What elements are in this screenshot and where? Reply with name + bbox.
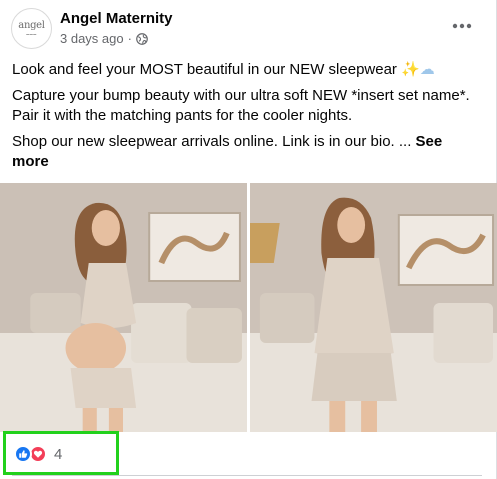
globe-icon[interactable] [136,32,148,45]
reactions-summary[interactable]: 4 [14,444,62,464]
post-meta: 3 days ago · [60,31,148,46]
post-paragraph-1: Look and feel your MOST beautiful in our… [12,60,482,80]
reaction-count: 4 [54,445,63,463]
paragraph-1-text: Look and feel your MOST beautiful in our… [12,61,397,78]
meta-separator: · [127,31,132,46]
like-icon [14,445,32,463]
avatar-logo-sub: ▬▬▬ [26,32,37,36]
avatar-logo-text: angel [18,20,45,31]
post-paragraph-3: Shop our new sleepwear arrivals online. … [12,132,482,172]
photo-2[interactable] [250,183,497,432]
post-header: angel ▬▬▬ Angel Maternity 3 days ago · [11,8,497,52]
more-options-button[interactable] [447,11,477,41]
paragraph-3-text: Shop our new sleepwear arrivals online. … [12,133,412,150]
post-text: Look and feel your MOST beautiful in our… [12,60,482,178]
post-card: angel ▬▬▬ Angel Maternity 3 days ago · L [0,0,497,479]
sparkles-emoji: ✨ [401,61,420,78]
post-paragraph-2: Capture your bump beauty with our ultra … [12,87,470,124]
more-options-icon [452,23,472,29]
divider [12,475,482,476]
photo-1[interactable] [0,183,247,432]
timestamp[interactable]: 3 days ago [60,31,124,46]
avatar[interactable]: angel ▬▬▬ [11,8,52,49]
page-name[interactable]: Angel Maternity [60,10,173,27]
photo-grid [0,183,497,432]
cloud-emoji: ☁ [419,61,435,78]
